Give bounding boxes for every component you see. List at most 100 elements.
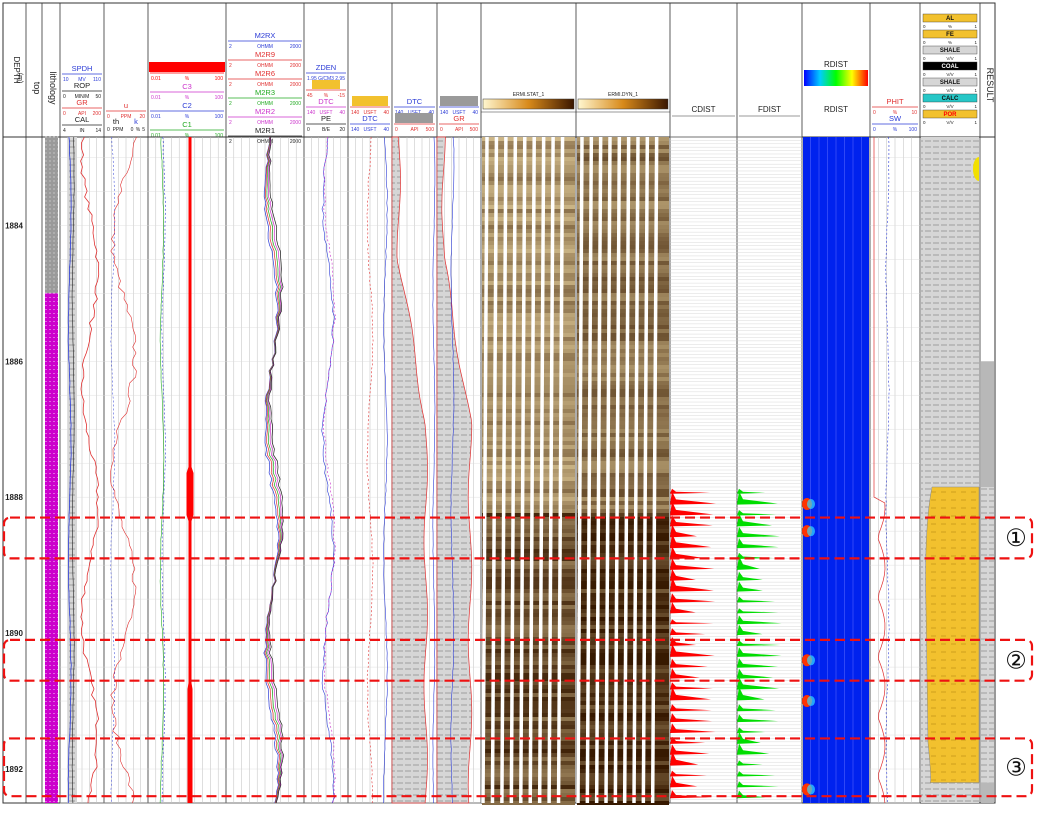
curve-max-t3-1: 100: [215, 95, 224, 101]
curve-min-t4-5: 2: [229, 139, 232, 145]
curve-max-t3-0: 100: [215, 76, 224, 82]
curve-max-t3-3: 100: [215, 133, 224, 139]
lithology-track-label: lithology: [48, 71, 58, 105]
img1-image-band: [482, 709, 575, 713]
curve-max-t1-0: 110: [93, 77, 101, 83]
lith-result-min-1: 0: [923, 40, 926, 45]
img2-image-band: [577, 781, 669, 785]
cdist-spectrum: [670, 601, 696, 614]
lith-result-min-0: 0: [923, 24, 926, 29]
curve-min-phit-0: 0: [873, 110, 876, 116]
img1-image-band: [482, 705, 575, 709]
curve-max-t4-2: 2000: [290, 82, 301, 88]
curve-max-t5-3: 20: [339, 127, 345, 133]
lith-result-max-6: 1: [974, 120, 977, 125]
cdist-spectrum: [670, 770, 707, 777]
img1-image-band: [482, 717, 575, 721]
curve-min-t5-3: 0: [307, 127, 310, 133]
lith-result-unit-4: V/V: [946, 88, 953, 93]
curve-max-t1-3: 14: [95, 128, 101, 134]
img1-image-band: [482, 733, 575, 737]
fdist-spectrum: [737, 488, 766, 494]
lith-result-name-4: SHALE: [940, 80, 960, 86]
depth-tick-1884: 1884: [5, 221, 23, 230]
img2-image-band: [577, 773, 669, 777]
lith-result-name-5: CALC: [942, 96, 959, 102]
curve-max-phit-0: 10: [911, 110, 917, 116]
curve-unit-t2-1: PPM: [113, 127, 124, 133]
gr-curve-t1: [80, 136, 100, 804]
lith-result-name-6: POR: [943, 112, 957, 118]
curve-min-t1-3: 4: [63, 128, 66, 134]
curve-max-t4-0: 2000: [290, 44, 301, 50]
curve-name-t7-0: DTC: [407, 97, 423, 106]
lithology-interval-0: [45, 137, 58, 294]
img2-image-band: [577, 733, 669, 737]
cdist-spectrum: [670, 636, 697, 647]
curve-unit-phit-1: %: [893, 127, 898, 133]
curve-max-t1-2: 200: [93, 111, 102, 117]
depth-tick-1890: 1890: [5, 629, 23, 638]
img2-image-band: [577, 721, 669, 725]
curve-name-t3-2: C2: [182, 101, 192, 110]
fdist-spectrum: [737, 537, 779, 549]
curve-max-t6-0: 40: [383, 110, 389, 116]
img1-image-band: [482, 753, 575, 757]
rdist-hot-halo-4: [807, 784, 815, 795]
fdist-spectrum: [737, 526, 780, 538]
depth-tick-1892: 1892: [5, 765, 23, 774]
img1-image-band: [482, 749, 575, 753]
img2-label: ERMI.DYN_1: [608, 92, 638, 98]
img2-image-band: [577, 729, 669, 733]
img2-image-band: [577, 769, 669, 773]
curve-min-t2-2: 0: [131, 127, 134, 133]
fdist-spectrum: [737, 658, 779, 668]
img2-image-band: [577, 701, 669, 705]
img1-image-band: [482, 769, 575, 773]
img1-image-band: [482, 685, 575, 689]
curve-name-t2-0: u: [124, 101, 128, 110]
curve-min-t4-0: 2: [229, 44, 232, 50]
fdist-spectrum: [737, 668, 773, 679]
lith-result-min-6: 0: [923, 120, 926, 125]
img2-image-band: [577, 741, 669, 745]
img1-image-band: [482, 701, 575, 705]
c1-curve: [159, 136, 165, 804]
cdist-spectrum: [670, 682, 713, 690]
cdist-spectrum: [670, 593, 716, 603]
curve-unit-t2-0: PPM: [121, 114, 132, 120]
curve-name-t4-4: M2R2: [255, 107, 275, 116]
curve-min-t3-1: 0.01: [151, 95, 161, 101]
rdist-hot-halo-0: [807, 498, 815, 509]
img2-image-band: [577, 785, 669, 789]
curve-max-t5-2: 40: [339, 110, 345, 116]
lith-result-max-3: 1: [974, 72, 977, 77]
curve-max-t8-0: 40: [472, 110, 478, 116]
img2-image-band: [577, 765, 669, 769]
curve-max-t2-0: 20: [139, 114, 145, 120]
curve-name-t3-0: TG: [182, 63, 193, 72]
fdist-label: FDIST: [758, 105, 781, 114]
cal-fill: [68, 137, 77, 803]
curve-max-t5-1: -15: [338, 93, 345, 99]
curve-name-t5-2: DTC: [318, 97, 334, 106]
img2-image-band: [577, 749, 669, 753]
curve-name-t2-2: k: [134, 117, 138, 126]
lith-result-name-3: COAL: [942, 64, 959, 70]
curve-min-t4-1: 2: [229, 63, 232, 69]
img2-image-band: [577, 709, 669, 713]
cdist-spectrum: [670, 775, 698, 788]
curve-unit-t6-1: USFT: [363, 127, 376, 133]
img2-image-band: [577, 753, 669, 757]
lith-result-name-2: SHALE: [940, 48, 960, 54]
curve-min-t5-1: 45: [307, 93, 313, 99]
fdist-spectrum: [737, 596, 776, 603]
rdist-hot-halo-1: [807, 526, 815, 537]
curve-min-t5-2: 140: [307, 110, 316, 116]
fdist-spectrum: [737, 571, 763, 581]
phit-curve: [873, 137, 886, 804]
sw-curve: [885, 136, 890, 804]
rdist-legend-label: RDIST: [824, 60, 848, 69]
img2-color-bar: [577, 98, 669, 110]
lith-result-max-4: 1: [974, 88, 977, 93]
